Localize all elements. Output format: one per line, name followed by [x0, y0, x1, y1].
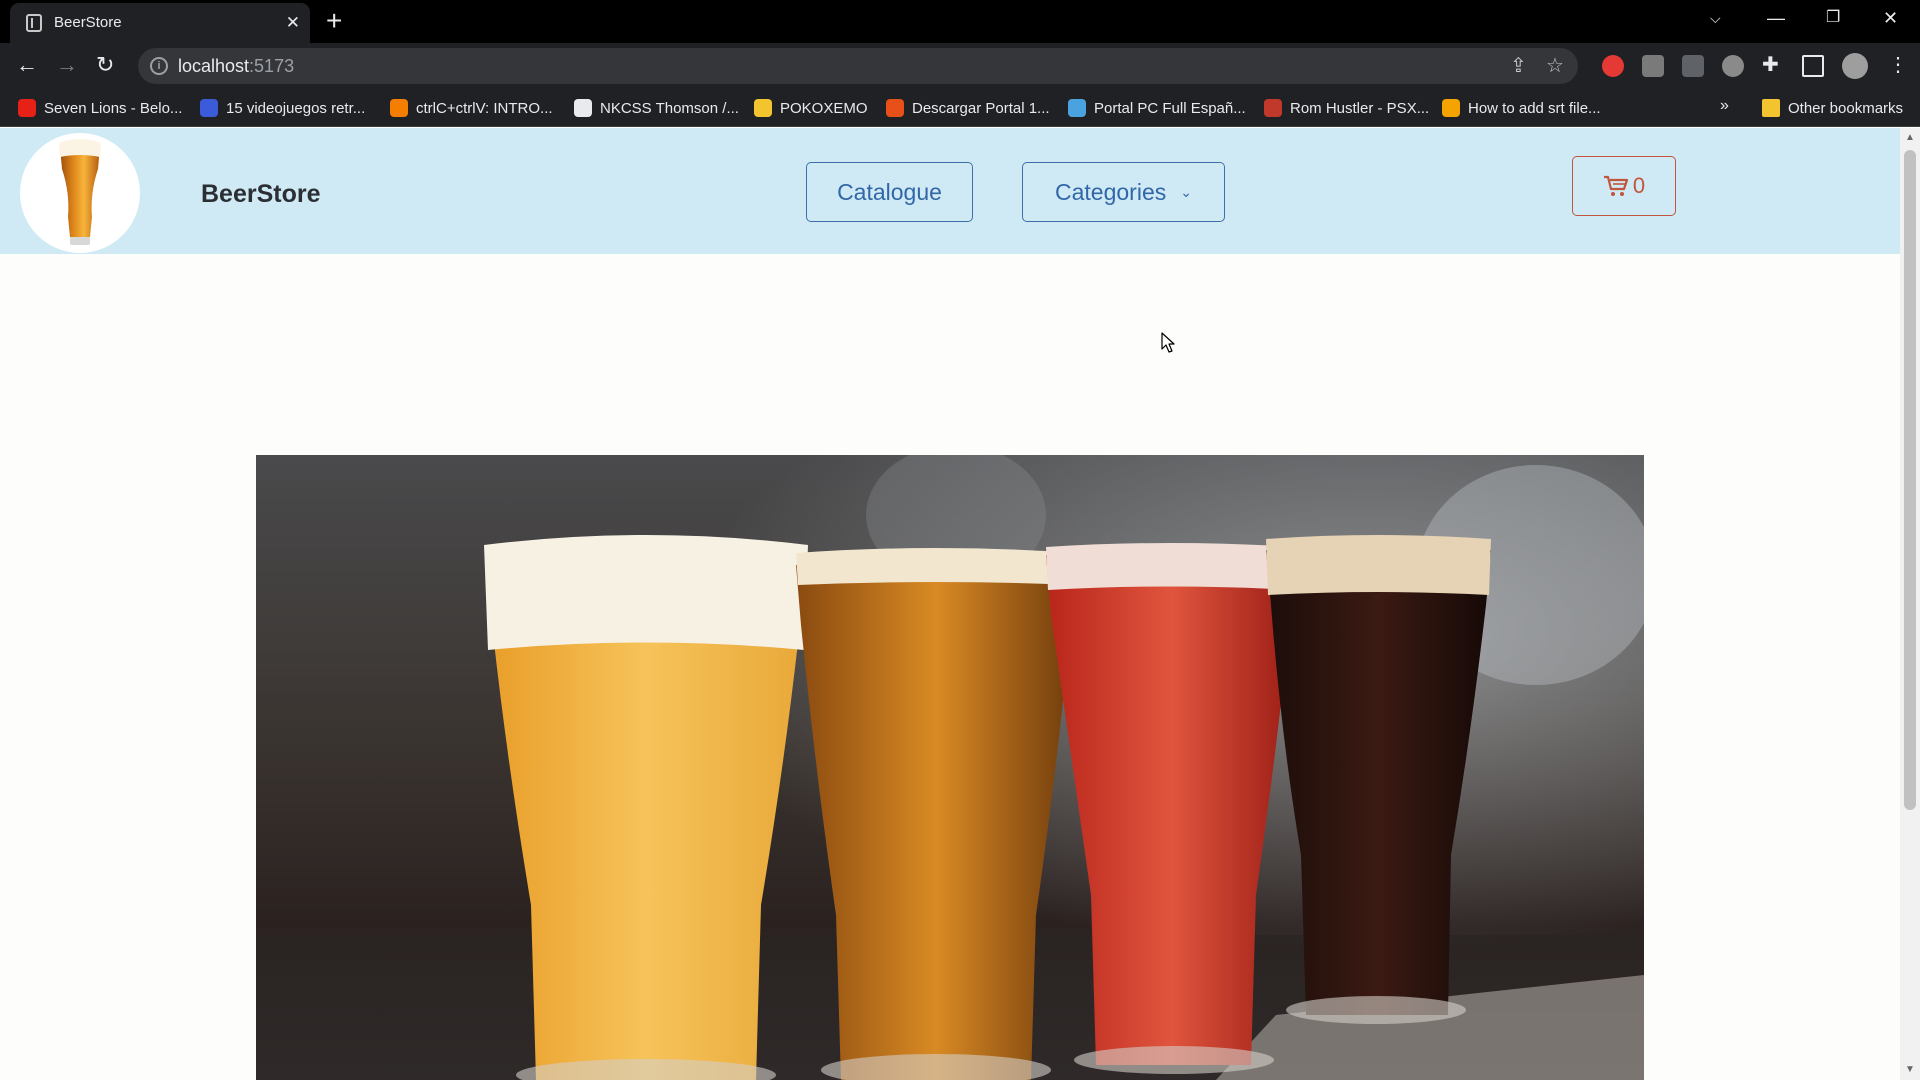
bookmark-item[interactable]: NKCSS Thomson /... [574, 97, 739, 119]
bookmark-item[interactable]: 15 videojuegos retr... [200, 97, 365, 119]
extension-shield-icon[interactable] [1722, 55, 1744, 77]
cart-count: 0 [1632, 173, 1646, 198]
bookmarks-bar: Seven Lions - Belo... 15 videojuegos ret… [0, 89, 1920, 127]
catalogue-button[interactable]: Catalogue [806, 162, 973, 222]
scroll-up-icon[interactable]: ▲ [1905, 132, 1915, 143]
site-icon [1442, 99, 1460, 117]
side-panel-icon[interactable] [1802, 55, 1824, 77]
bookmark-star-icon[interactable]: ☆ [1546, 54, 1564, 78]
new-tab-icon[interactable]: + [326, 6, 342, 36]
extension-f-icon[interactable] [1682, 55, 1704, 77]
star-icon [754, 99, 772, 117]
hero-beer-glasses-image [256, 455, 1644, 1080]
url-text: localhost:5173 [178, 56, 295, 76]
profile-avatar[interactable] [1842, 53, 1868, 79]
tab-title: BeerStore [54, 14, 122, 31]
catalogue-label: Catalogue [837, 178, 942, 205]
more-bookmarks-icon[interactable]: » [1720, 97, 1729, 115]
bookmark-item[interactable]: ctrlC+ctrlV: INTRO... [390, 97, 553, 119]
forward-icon[interactable]: → [56, 52, 78, 78]
scroll-thumb[interactable] [1904, 150, 1916, 810]
bookmark-item[interactable]: Seven Lions - Belo... [18, 97, 182, 119]
tab-close-icon[interactable]: ✕ [286, 13, 300, 33]
browser-menu-icon[interactable]: ⋮ [1888, 52, 1908, 78]
share-icon[interactable]: ⇪ [1510, 54, 1527, 78]
pc-icon [1068, 99, 1086, 117]
restore-icon[interactable]: ❐ [1826, 6, 1840, 30]
site-navbar: BeerStore Catalogue Categories ⌄ 0 [0, 128, 1900, 254]
browser-toolbar: ← → ↻ i localhost:5173 ⇪ ☆ ✚ ⋮ [0, 43, 1920, 89]
folder-icon [1762, 99, 1780, 117]
tab-search-icon[interactable]: ⌵ [1710, 6, 1721, 30]
chevron-down-icon: ⌄ [1180, 183, 1192, 200]
reload-icon[interactable]: ↻ [96, 52, 114, 78]
page-favicon-icon [26, 14, 42, 32]
site-icon [200, 99, 218, 117]
extension-cast-icon[interactable] [1642, 55, 1664, 77]
categories-label: Categories [1055, 178, 1167, 205]
page-scrollbar[interactable]: ▲ ▼ [1900, 128, 1920, 1080]
close-window-icon[interactable]: ✕ [1883, 6, 1898, 30]
bookmark-item[interactable]: How to add srt file... [1442, 97, 1601, 119]
blogger-icon [390, 99, 408, 117]
mouse-cursor-icon [1161, 332, 1175, 353]
categories-dropdown-button[interactable]: Categories ⌄ [1022, 162, 1225, 222]
extensions-puzzle-icon[interactable]: ✚ [1762, 52, 1779, 78]
beer-glass-logo[interactable] [20, 133, 140, 253]
adblock-icon[interactable] [1602, 55, 1624, 77]
scroll-down-icon[interactable]: ▼ [1905, 1064, 1915, 1075]
globe-icon [574, 99, 592, 117]
bookmark-item[interactable]: Rom Hustler - PSX... [1264, 97, 1429, 119]
youtube-icon [18, 99, 36, 117]
cart-icon [1603, 175, 1628, 196]
site-icon [886, 99, 904, 117]
address-bar[interactable]: i localhost:5173 ⇪ ☆ [138, 48, 1578, 84]
bookmark-item[interactable]: POKOXEMO [754, 97, 868, 119]
back-icon[interactable]: ← [16, 52, 38, 78]
browser-tab-strip: BeerStore ✕ + ⌵ — ❐ ✕ [0, 0, 1920, 43]
brand-name[interactable]: BeerStore [201, 180, 321, 209]
bookmark-item[interactable]: Descargar Portal 1... [886, 97, 1050, 119]
cart-button[interactable]: 0 [1572, 156, 1676, 216]
page-content: BeerStore Catalogue Categories ⌄ 0 [0, 128, 1900, 1080]
browser-tab[interactable]: BeerStore ✕ [10, 3, 310, 43]
site-info-icon[interactable]: i [150, 57, 168, 75]
bookmark-item[interactable]: Portal PC Full Españ... [1068, 97, 1246, 119]
minimize-icon[interactable]: — [1767, 6, 1785, 30]
other-bookmarks[interactable]: Other bookmarks [1762, 97, 1903, 119]
site-icon [1264, 99, 1282, 117]
